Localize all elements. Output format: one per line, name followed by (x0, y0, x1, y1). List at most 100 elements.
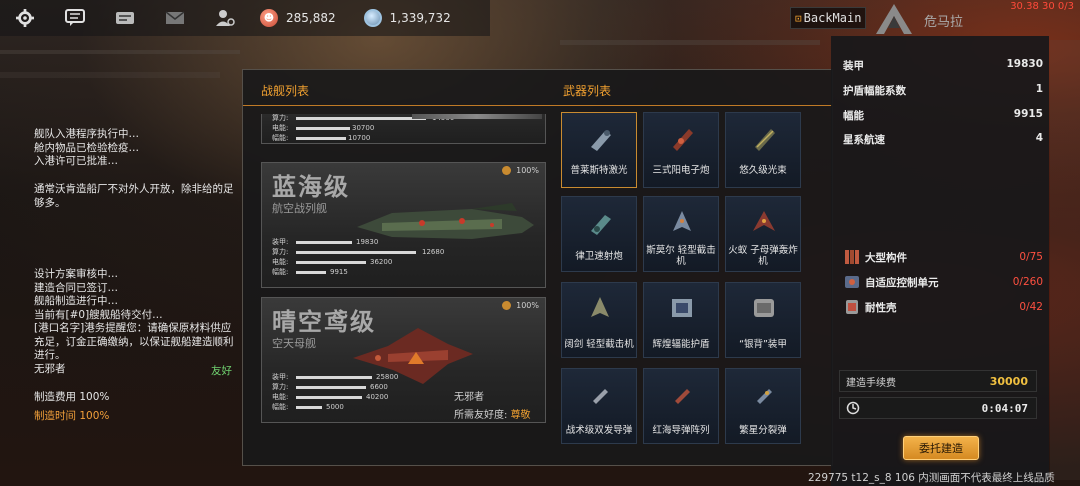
ship-card-qingkong[interactable]: 晴空鸢级 空天母舰 100% 装甲: 25800 算力: 6600 电能: 40… (261, 297, 546, 423)
weapon-name: 繁星分裂弹 (739, 425, 787, 436)
commission-build-button[interactable]: 委托建造 (903, 436, 979, 460)
stat-row: 电能: 36200 (272, 257, 416, 267)
weapon-cell[interactable]: 悠久级光束 (725, 112, 801, 188)
material-label: 耐性壳 (865, 301, 897, 314)
stat-bar (296, 395, 362, 399)
material-label: 大型构件 (865, 251, 907, 264)
stat-value: 9915 (330, 268, 348, 276)
top-bar: ☻ 285,882 1,339,732 (0, 0, 490, 36)
laser-weapon-icon (591, 130, 611, 151)
stat-bar (296, 385, 366, 389)
weapon-name: 三式阳电子炮 (652, 165, 710, 176)
ship-stats: 装甲: 19830 算力: 12680 电能: 36200 幅能: 9915 (272, 237, 444, 277)
large-component-icon (845, 250, 859, 264)
clock-icon (846, 401, 860, 415)
location-name: 危马拉 (924, 15, 964, 30)
user-settings-icon[interactable] (200, 0, 250, 36)
weapon-cell[interactable]: 律卫速射炮 (561, 196, 637, 272)
stat-value: 25800 (376, 373, 399, 381)
interceptor-icon (673, 211, 691, 231)
stat-label: 电能: (272, 124, 289, 132)
light-interceptor-icon (591, 297, 609, 317)
armor-module-icon (754, 299, 774, 317)
stat-value: 4 (1035, 132, 1043, 144)
material-label: 自适应控制单元 (865, 276, 939, 289)
stat-label: 护盾幅能系数 (843, 85, 906, 97)
material-value: 0/260 (1012, 276, 1043, 288)
weapon-cell[interactable]: “银背”装甲 (725, 282, 801, 358)
stat-label: 装甲 (843, 60, 864, 72)
stat-label: 幅能: (272, 403, 289, 411)
stat-bar (296, 240, 352, 244)
timer-value: 0:04:07 (981, 401, 1028, 415)
weapon-name: 普莱斯特激光 (570, 165, 628, 176)
stat-row: 算力: 12680 (272, 247, 444, 257)
relation-status: 友好 (211, 365, 232, 377)
stat-value: 9915 (1013, 108, 1043, 120)
weapon-cell[interactable]: 辉煌辐能护盾 (643, 282, 719, 358)
stat-value: 40200 (366, 393, 389, 401)
stat-bar (296, 116, 426, 120)
material-row: 耐性壳 0/42 (843, 298, 1043, 316)
missile-array-icon (675, 389, 690, 404)
log-line: 舰队入港程序执行中… (34, 128, 139, 140)
shipyard-panel: 战舰列表 武器列表 算力: 14500 电能: 30700 幅能: (242, 69, 833, 466)
ship-list[interactable]: 算力: 14500 电能: 30700 幅能: 10700 蓝海级 (261, 114, 548, 462)
stat-label: 电能: (272, 393, 289, 401)
tab-ship-list[interactable]: 战舰列表 (261, 82, 309, 99)
chat-icon[interactable] (50, 0, 100, 36)
weapon-name: 悠久级光束 (739, 165, 787, 176)
weapon-name: 阔剑 轻型截击机 (564, 339, 634, 350)
ship-card[interactable]: 算力: 14500 电能: 30700 幅能: 10700 (261, 114, 546, 144)
fee-label: 建造手续费 (846, 377, 896, 389)
weapon-cell[interactable]: 三式阳电子炮 (643, 112, 719, 188)
blue-resource-icon (363, 9, 382, 27)
stat-value: 1 (1035, 83, 1043, 95)
stat-label: 算力: (272, 248, 289, 256)
material-row: 自适应控制单元 0/260 (843, 273, 1043, 291)
cluster-missile-icon (757, 389, 772, 404)
stat-row: 幅能: 10700 (272, 133, 426, 143)
faction-logo-icon (876, 4, 912, 34)
log-line: 舰船制造进行中… (34, 295, 118, 307)
stat-flux: 幅能 9915 (843, 108, 1043, 123)
weapon-cell[interactable]: 斯莫尔 轻型截击机 (643, 196, 719, 272)
stat-bar (296, 126, 350, 130)
stat-bar (296, 375, 372, 379)
tab-weapon-list[interactable]: 武器列表 (563, 82, 611, 99)
rapid-fire-cannon-icon (591, 215, 611, 235)
weapon-cell[interactable]: 红海导弹阵列 (643, 368, 719, 444)
availability-value: 100% (516, 166, 539, 175)
coin-icon (502, 301, 512, 310)
background-structure (0, 72, 220, 78)
weapon-name: 律卫速射炮 (575, 251, 623, 262)
background-structure (560, 40, 820, 45)
red-resource-icon: ☻ (260, 9, 278, 27)
stat-value: 36200 (370, 258, 393, 266)
ship-card-lanhai[interactable]: 蓝海级 航空战列舰 100% 装甲: 19830 算力: 12680 电能: 3… (261, 162, 546, 288)
stat-label: 幅能: (272, 268, 289, 276)
weapon-cell[interactable]: 战术级双发导弹 (561, 368, 637, 444)
weapon-name: 辉煌辐能护盾 (652, 339, 710, 350)
back-main-button[interactable]: ⊡ BackMain (790, 7, 867, 29)
stat-label: 星系航速 (843, 134, 885, 146)
stat-label: 算力: (272, 383, 289, 391)
weapon-cell[interactable]: 阔剑 轻型截击机 (561, 282, 637, 358)
log-line: 设计方案审核中… (34, 268, 118, 280)
ship-stats: 算力: 14500 电能: 30700 幅能: 10700 (272, 114, 454, 143)
weapon-name: “银背”装甲 (739, 339, 787, 350)
ship-name: 蓝海级 (272, 173, 350, 201)
build-time-modifier: 制造时间 100% (34, 410, 110, 422)
stat-row: 电能: 30700 (272, 123, 426, 133)
envelope-icon[interactable] (150, 0, 200, 36)
mail-list-icon[interactable] (100, 0, 150, 36)
log-block-build: 设计方案审核中… 建造合同已签订… 舰船制造进行中… 当前有[#0]艘舰船待交付… (34, 268, 234, 377)
gear-icon[interactable] (0, 0, 50, 36)
weapon-cell[interactable]: 繁星分裂弹 (725, 368, 801, 444)
weapon-cell[interactable]: 普莱斯特激光 (561, 112, 637, 188)
weapon-cell[interactable]: 火蚁 子母弹轰炸机 (725, 196, 801, 272)
red-resource: ☻ 285,882 (260, 9, 336, 27)
stat-row: 算力: 6600 (272, 382, 388, 392)
stat-bar (296, 136, 346, 140)
weapon-name: 火蚁 子母弹轰炸机 (728, 245, 798, 267)
